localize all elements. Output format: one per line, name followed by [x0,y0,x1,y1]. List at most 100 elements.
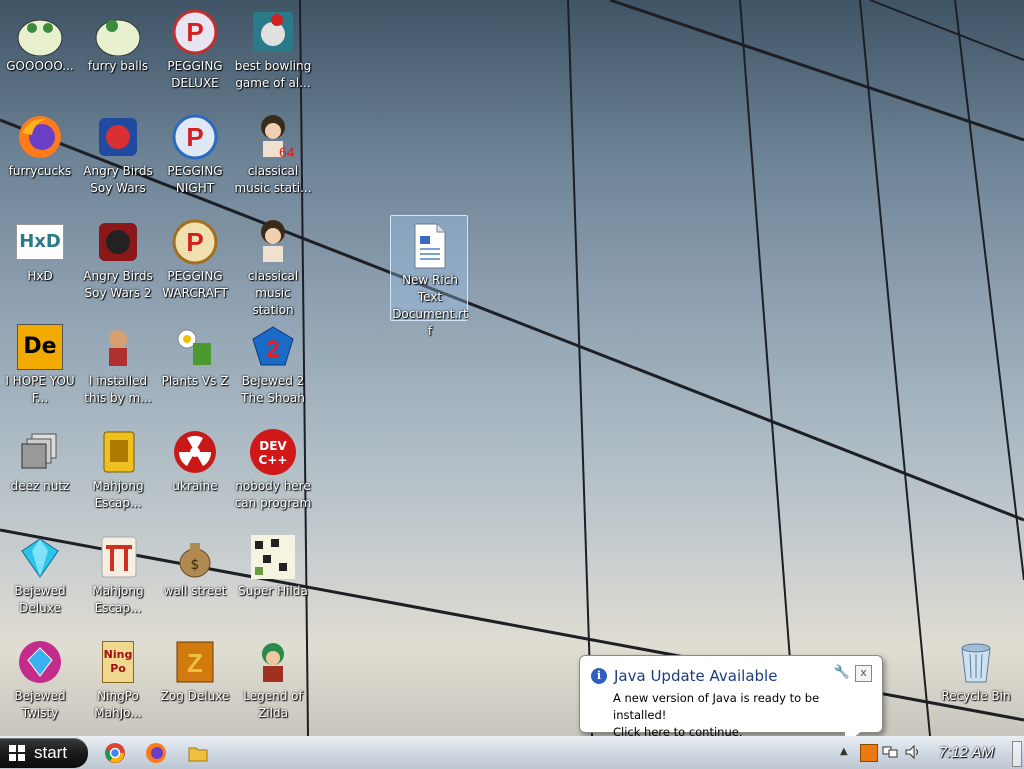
icon-label: Mahjong Escap... [92,584,144,615]
desktop-icon-pegging-warcraft[interactable]: P PEGGING WARCRAFT [155,212,235,312]
desktop-icon-i-installed[interactable]: I installed this by m... [78,317,158,417]
desktop-icon-wall-street[interactable]: $ wall street [155,527,235,627]
character-icon [94,323,142,371]
desktop-icon-classical-music-2[interactable]: classical music station [233,212,313,317]
portrait-icon: 64 [249,113,297,161]
folder-icon[interactable] [187,742,209,764]
icon-label: Recycle Bin [941,689,1011,703]
firefox-taskbar-icon[interactable] [145,742,167,764]
torii-tile-icon [94,533,142,581]
info-icon: i [591,668,607,684]
de-icon: De [16,323,64,371]
pegging-icon: P [171,8,219,56]
dev-cpp-glyph: DEV C++ [250,429,296,475]
start-label: start [34,743,68,762]
desktop-icon-ningpo[interactable]: Ning Po NingPo MahJo... [78,632,158,732]
desktop-icon-mahjong-escape-1[interactable]: Mahjong Escap... [78,422,158,522]
icon-label: New Rich Text Document.rtf [392,273,468,338]
windows-flag-icon [9,745,25,761]
start-button[interactable]: start [0,738,88,768]
icon-label: classical music station [247,269,299,317]
icon-label: Angry Birds Soy Wars [83,164,153,195]
bowling-icon [249,8,297,56]
desktop-icon-recycle-bin[interactable]: Recycle Bin [936,632,1016,732]
icon-label: PEGGING WARCRAFT [162,269,228,300]
hxd-icon: HxD [16,218,64,266]
character-icon [249,638,297,686]
desktop-icon-classical-music-1[interactable]: 64 classical music stati... [233,107,313,207]
desktop-icon-gooooo[interactable]: GOOOOO... [0,2,80,102]
icon-label: GOOOOO... [6,59,74,73]
desktop[interactable]: GOOOOO... furrycucks HxD HxD De I HOPE Y… [0,0,1024,736]
portrait-icon [249,218,297,266]
zuma-icon: Z [171,638,219,686]
notification-body[interactable]: A new version of Java is ready to be ins… [613,690,875,736]
desktop-icon-i-hope-you[interactable]: De I HOPE YOU F... [0,317,80,417]
desktop-icon-angry-birds-soy-wars-2[interactable]: Angry Birds Soy Wars 2 [78,212,158,312]
windows-stack-icon [16,428,64,476]
network-icon[interactable] [882,744,898,760]
show-desktop-button[interactable] [1012,741,1022,767]
hxd-glyph: HxD [16,224,64,260]
de-glyph: De [17,324,63,370]
flower-icon [171,323,219,371]
icon-label: Plants Vs Z [161,374,229,388]
desktop-icon-new-rich-text-document[interactable]: New Rich Text Document.rtf [390,215,468,338]
bejewed2-icon: 2 [249,323,297,371]
clock[interactable]: 7:12 AM [939,744,994,761]
desktop-icon-deez-nutz[interactable]: deez nutz [0,422,80,522]
wrench-icon[interactable]: 🔧 [834,665,850,680]
desktop-icon-furrycucks[interactable]: furrycucks [0,107,80,207]
desktop-icon-hxd[interactable]: HxD HxD [0,212,80,312]
desktop-icon-zog-deluxe[interactable]: Z Zog Deluxe [155,632,235,732]
volume-icon[interactable] [904,744,920,760]
svg-text:P: P [186,227,203,257]
java-tray-icon[interactable] [860,744,878,762]
pegging-icon: P [171,113,219,161]
svg-text:P: P [186,122,203,152]
svg-text:Z: Z [187,648,203,678]
notification-line-2: Click here to continue. [613,725,743,736]
svg-text:64: 64 [279,144,295,160]
icon-label: Angry Birds Soy Wars 2 [83,269,153,300]
icon-label: I installed this by m... [84,374,152,405]
icon-label: Mahjong Escap... [92,479,144,510]
dev-cpp-icon: DEV C++ [249,428,297,476]
show-hidden-icons-icon[interactable]: ▲ [840,746,848,757]
desktop-icon-angry-birds-soy-wars[interactable]: Angry Birds Soy Wars [78,107,158,207]
icon-label: NingPo MahJo... [94,689,142,720]
desktop-icon-super-hilda[interactable]: Super Hilda [233,527,313,627]
desktop-icon-dev-cpp[interactable]: DEV C++ nobody here can program [233,422,313,522]
icon-label: I HOPE YOU F... [5,374,75,405]
svg-text:$: $ [191,557,200,573]
desktop-icon-best-bowling[interactable]: best bowling game of al... [233,2,313,102]
notification-line-1: A new version of Java is ready to be ins… [613,691,820,722]
desktop-icon-bejewed-deluxe[interactable]: Bejewed Deluxe [0,527,80,627]
gem-icon [16,533,64,581]
notification-title: Java Update Available [614,667,778,685]
icon-label: furrycucks [8,164,72,178]
ningpo-icon: Ning Po [94,638,142,686]
desktop-icon-pegging-night[interactable]: P PEGGING NIGHT [155,107,235,207]
desktop-icon-bejewed-2[interactable]: 2 Bejewed 2 The Shoah [233,317,313,417]
close-button[interactable]: x [855,665,872,682]
taskbar: start ▲ 7:12 AM [0,736,1024,769]
icon-label: PEGGING DELUXE [167,59,223,90]
desktop-icon-ukraine[interactable]: ukraine [155,422,235,522]
desktop-icon-plants-vs-z[interactable]: Plants Vs Z [155,317,235,417]
ningpo-glyph: Ning Po [102,641,134,683]
desktop-icon-furry-balls[interactable]: furry balls [78,2,158,102]
svg-text:2: 2 [266,336,279,363]
desktop-icon-bejewed-twisty[interactable]: Bejewed Twisty [0,632,80,732]
java-update-notification[interactable]: i Java Update Available 🔧 x A new versio… [579,655,883,736]
pixel-art-icon [249,533,297,581]
icon-label: Legend of Zilda [243,689,303,720]
chrome-icon[interactable] [104,742,126,764]
icon-label: classical music stati... [234,164,312,195]
desktop-icon-pegging-deluxe[interactable]: P PEGGING DELUXE [155,2,235,102]
cartoon-icon [94,8,142,56]
firefox-icon [16,113,64,161]
desktop-icon-mahjong-escape-2[interactable]: Mahjong Escap... [78,527,158,627]
angry-birds-icon [94,218,142,266]
desktop-icon-legend-of-zilda[interactable]: Legend of Zilda [233,632,313,732]
